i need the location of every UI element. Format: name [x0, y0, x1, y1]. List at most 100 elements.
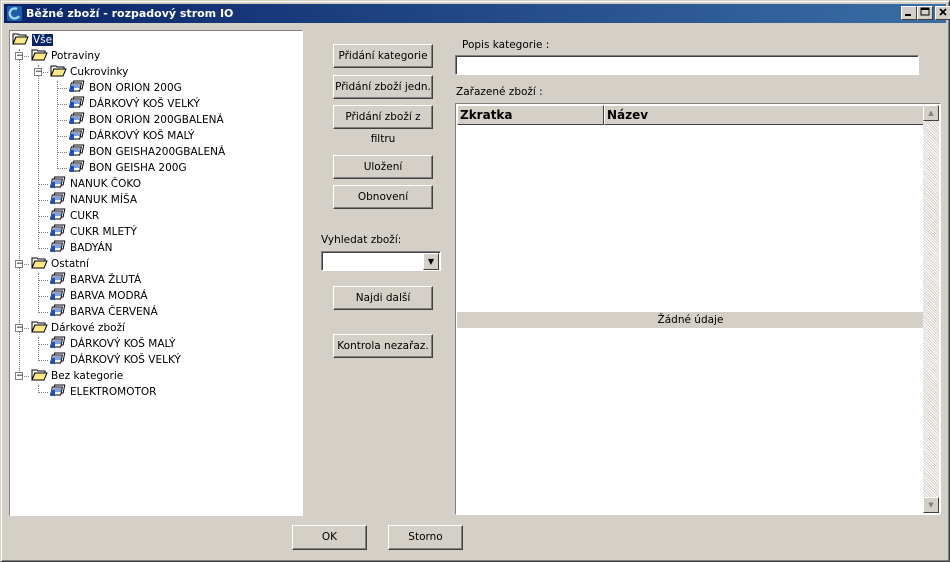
tree-node-item[interactable]: NANUK MÍŠA [50, 192, 137, 208]
save-button[interactable]: Uložení [333, 155, 433, 179]
cancel-button-label: Storno [408, 531, 443, 543]
add-item-unit-button[interactable]: Přidání zboží jedn. [333, 75, 433, 99]
assigned-items-grid[interactable]: Zkratka Název Žádné údaje ▲ ▼ [455, 103, 941, 515]
category-description-input[interactable] [455, 55, 919, 75]
goods-item-icon [69, 112, 85, 124]
refresh-button[interactable]: Obnovení [333, 185, 433, 209]
tree-node-label: NANUK MÍŠA [70, 194, 137, 206]
tree-node-root[interactable]: Vše [12, 32, 55, 48]
add-item-filter-button[interactable]: Přidání zboží z filtru [333, 105, 433, 145]
goods-item-icon [50, 176, 66, 188]
tree-node-label: Ostatní [51, 258, 89, 270]
tree-node-item[interactable]: BON ORION 200GBALENÁ [69, 112, 224, 128]
collapse-toggle-icon[interactable]: − [15, 260, 24, 269]
collapse-toggle-icon[interactable]: − [15, 52, 24, 61]
check-uncategorized-button[interactable]: Kontrola nezařaz. [333, 334, 433, 358]
goods-item-icon [50, 352, 66, 364]
ok-button[interactable]: OK [292, 525, 367, 550]
tree-connector [57, 120, 67, 121]
collapse-toggle-icon[interactable]: − [15, 372, 24, 381]
maximize-icon [920, 7, 930, 16]
tree-node-item[interactable]: ELEKTROMOTOR [50, 384, 156, 400]
scroll-down-icon[interactable]: ▼ [923, 497, 939, 513]
tree-connector [57, 136, 67, 137]
column-header-code[interactable]: Zkratka [457, 105, 604, 125]
empty-data-row: Žádné údaje [457, 312, 924, 328]
search-combo[interactable]: ▼ [321, 251, 441, 271]
column-header-name[interactable]: Název [604, 105, 925, 125]
tree-node-item[interactable]: BON GEISHA200GBALENÁ [69, 144, 225, 160]
tree-connector [38, 232, 48, 233]
scroll-up-icon[interactable]: ▲ [923, 105, 939, 121]
tree-node-item[interactable]: BON ORION 200G [69, 80, 182, 96]
tree-node-category[interactable]: Bez kategorie [31, 368, 123, 384]
collapse-toggle-icon[interactable]: − [34, 68, 43, 77]
tree-node-label: Cukrovinky [70, 66, 129, 78]
empty-data-text: Žádné údaje [657, 314, 724, 326]
title-bar[interactable]: Běžné zboží - rozpadový strom IO [4, 4, 950, 23]
tree-connector [38, 344, 48, 345]
tree-node-label: Bez kategorie [51, 370, 124, 382]
add-item-filter-button-label: Přidání zboží z filtru [345, 111, 421, 145]
search-label: Vyhledat zboží: [321, 234, 402, 246]
tree-node-item[interactable]: DÁRKOVÝ KOŠ MALÝ [69, 128, 194, 144]
goods-item-icon [50, 224, 66, 236]
vertical-scrollbar[interactable]: ▲ ▼ [923, 105, 939, 513]
tree-node-item[interactable]: CUKR MLETÝ [50, 224, 137, 240]
tree-node-category[interactable]: Dárkové zboží [31, 320, 125, 336]
tree-node-label: Potraviny [51, 50, 101, 62]
goods-item-icon [50, 304, 66, 316]
tree-node-label: BARVA MODRÁ [70, 290, 148, 302]
tree-node-item[interactable]: BARVA MODRÁ [50, 288, 148, 304]
collapse-toggle-icon[interactable]: − [15, 324, 24, 333]
find-next-button[interactable]: Najdi další [333, 286, 433, 310]
tree-node-label: BON GEISHA200GBALENÁ [89, 146, 226, 158]
column-header-code-label: Zkratka [460, 108, 513, 122]
tree-node-item[interactable]: CUKR [50, 208, 99, 224]
tree-node-item[interactable]: NANUK ČOKO [50, 176, 141, 192]
tree-node-item[interactable]: DÁRKOVÝ KOŠ VELKÝ [69, 96, 200, 112]
cancel-button[interactable]: Storno [388, 525, 463, 550]
goods-item-icon [50, 192, 66, 204]
tree-node-item[interactable]: BARVA ŽLUTÁ [50, 272, 141, 288]
tree-connector [57, 152, 67, 153]
ok-button-label: OK [321, 531, 338, 543]
find-next-button-label: Najdi další [355, 292, 411, 304]
main-window: Běžné zboží - rozpadový strom IO Vše Pot… [0, 0, 950, 562]
tree-node-category[interactable]: Potraviny [31, 48, 100, 64]
tree-node-category[interactable]: Cukrovinky [50, 64, 128, 80]
tree-node-label: Dárkové zboží [51, 322, 126, 334]
goods-item-icon [69, 80, 85, 92]
tree-connector [38, 280, 48, 281]
tree-node-item[interactable]: BARVA ČERVENÁ [50, 304, 158, 320]
category-description-label: Popis kategorie : [462, 39, 550, 51]
add-category-button[interactable]: Přidání kategorie [333, 44, 433, 68]
tree-node-category[interactable]: Ostatní [31, 256, 89, 272]
goods-item-icon [69, 128, 85, 140]
category-tree[interactable]: Vše Potraviny − Cukrovinky − BON ORION 200G D… [9, 30, 303, 516]
open-folder-icon [31, 369, 48, 381]
minimize-button[interactable] [901, 6, 917, 20]
add-item-unit-button-label: Přidání zboží jedn. [335, 81, 431, 93]
close-button[interactable] [935, 6, 950, 20]
goods-item-icon [50, 384, 66, 396]
tree-connector [57, 104, 67, 105]
refresh-button-label: Obnovení [357, 191, 409, 203]
tree-node-label: BARVA ŽLUTÁ [70, 274, 142, 286]
tree-connector [38, 296, 48, 297]
tree-connector [57, 168, 67, 169]
goods-item-icon [50, 240, 66, 252]
tree-connector [38, 337, 39, 361]
maximize-button[interactable] [917, 6, 933, 20]
tree-node-label: BADYÁN [70, 242, 113, 254]
tree-node-item[interactable]: BADYÁN [50, 240, 113, 256]
close-icon [939, 8, 947, 16]
tree-node-item[interactable]: DÁRKOVÝ KOŠ MALÝ [50, 336, 175, 352]
open-folder-icon [31, 49, 48, 61]
tree-node-item[interactable]: DÁRKOVÝ KOŠ VELKÝ [50, 352, 181, 368]
tree-connector [38, 216, 48, 217]
tree-node-label: BON ORION 200G [89, 82, 182, 94]
chevron-down-icon[interactable]: ▼ [423, 253, 439, 270]
minimize-icon [905, 14, 911, 16]
tree-node-item[interactable]: BON GEISHA 200G [69, 160, 187, 176]
